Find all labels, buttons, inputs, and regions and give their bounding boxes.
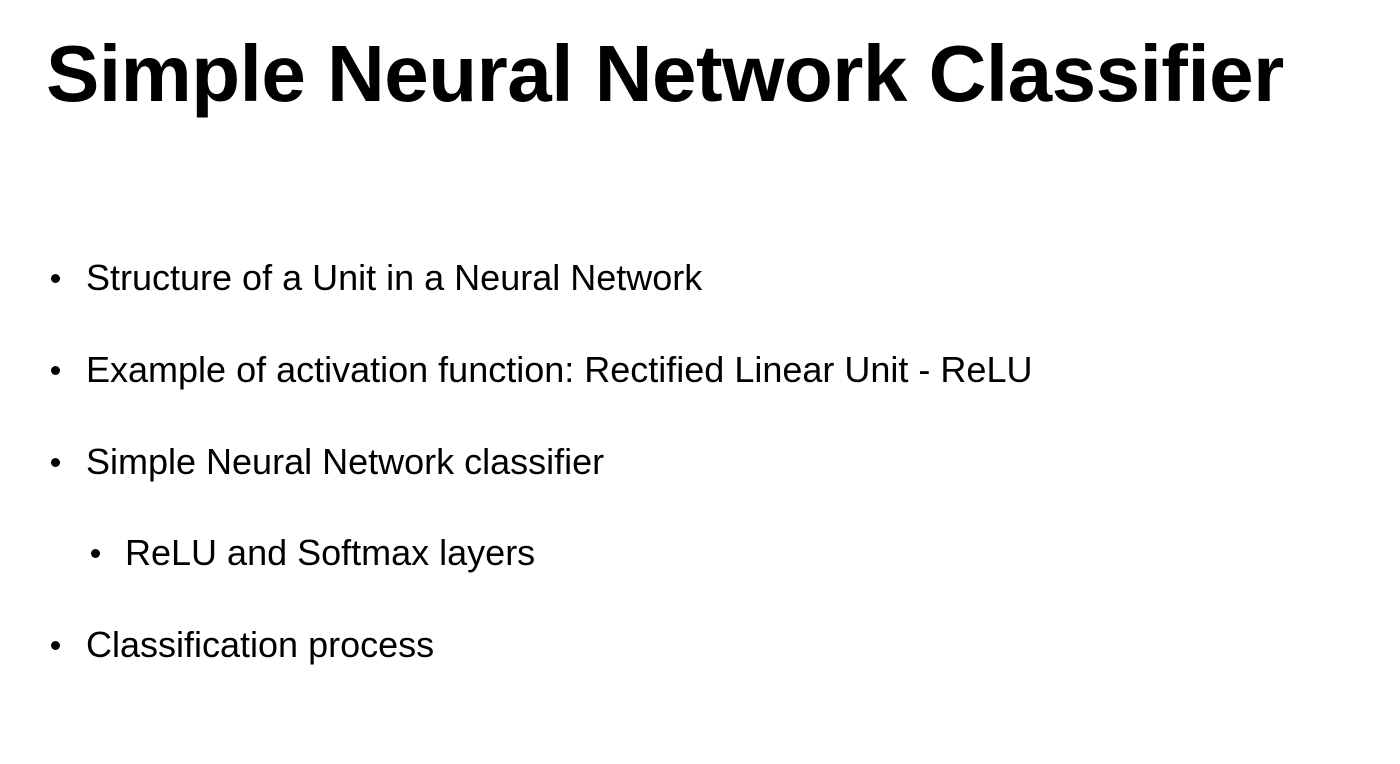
bullet-text: Classification process bbox=[86, 624, 435, 665]
bullet-icon bbox=[51, 366, 60, 375]
bullet-icon bbox=[51, 641, 60, 650]
bullet-text: Example of activation function: Rectifie… bbox=[86, 349, 1033, 390]
bullet-text: Simple Neural Network classifier bbox=[86, 441, 605, 482]
bullet-icon bbox=[91, 549, 100, 558]
slide-title: Simple Neural Network Classifier bbox=[46, 29, 1284, 118]
bullet-icon bbox=[51, 458, 60, 467]
slide: Simple Neural Network Classifier Structu… bbox=[0, 0, 1400, 764]
bullet-icon bbox=[51, 274, 60, 283]
bullet-text: Structure of a Unit in a Neural Network bbox=[86, 257, 703, 298]
bullet-text: ReLU and Softmax layers bbox=[125, 532, 536, 573]
